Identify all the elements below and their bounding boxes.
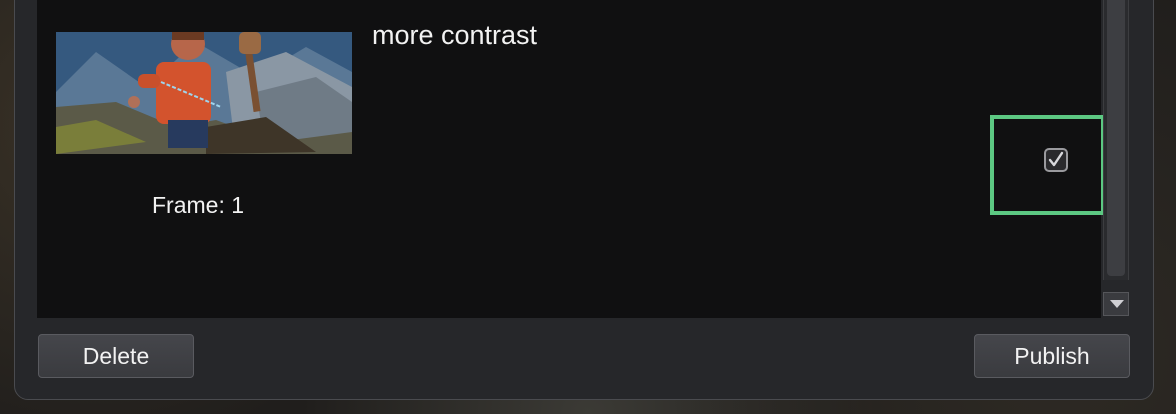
- item-checkbox[interactable]: [1044, 148, 1068, 172]
- publish-button[interactable]: Publish: [974, 334, 1130, 378]
- item-thumbnail[interactable]: [56, 32, 352, 154]
- scrollbar-track[interactable]: [1103, 0, 1129, 280]
- scrollbar-thumb[interactable]: [1107, 0, 1125, 276]
- character-scene-thumbnail: [56, 32, 352, 154]
- frame-label: Frame: 1: [152, 192, 245, 218]
- arrow-down-icon: [1110, 300, 1124, 308]
- item-title: more contrast: [372, 20, 538, 50]
- checkmark-icon: [1048, 151, 1064, 167]
- scroll-down-button[interactable]: [1103, 292, 1129, 316]
- delete-button[interactable]: Delete: [38, 334, 194, 378]
